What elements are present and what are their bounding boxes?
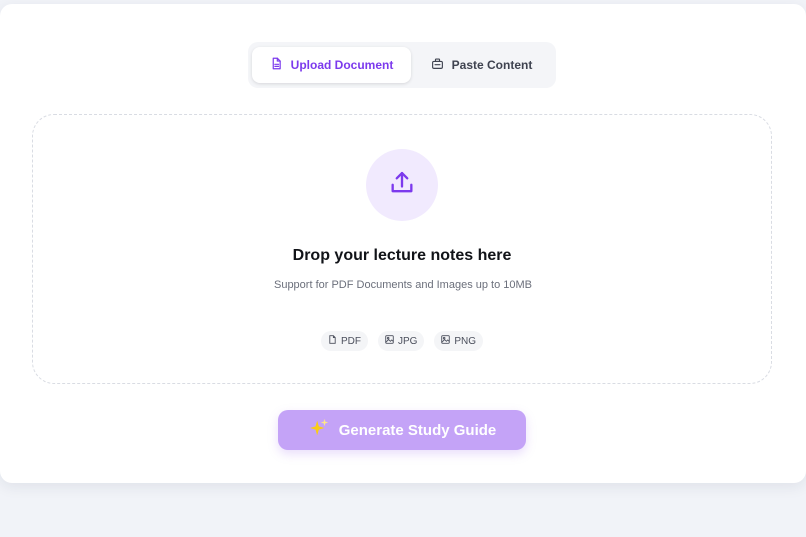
supported-formats: PDF JPG PNG [33,331,771,351]
image-icon [385,335,394,347]
sparkles-icon [308,417,330,443]
format-badge-pdf: PDF [320,331,368,351]
dropzone-title: Drop your lecture notes here [292,247,512,264]
format-label: PDF [340,335,361,347]
file-icon [328,335,337,347]
tab-paste-content[interactable]: Paste Content [411,47,552,83]
tab-paste-content-label: Paste Content [451,58,533,72]
format-label: PNG [454,335,477,347]
format-label: JPG [397,335,418,347]
upload-icon [388,169,416,202]
image-icon [441,335,451,347]
upload-card: Upload Document Paste Content Drop your … [0,4,806,483]
tab-upload-document[interactable]: Upload Document [252,47,411,83]
input-mode-tabs: Upload Document Paste Content [248,42,556,88]
generate-button-label: Generate Study Guide [338,421,497,439]
generate-study-guide-button[interactable]: Generate Study Guide [278,410,526,450]
dropzone-subtitle: Support for PDF Documents and Images up … [273,279,533,291]
upload-icon-circle [366,149,438,221]
format-badge-png: PNG [434,331,484,351]
document-icon [270,57,283,73]
format-badge-jpg: JPG [377,331,425,351]
file-dropzone[interactable]: Drop your lecture notes here Support for… [32,114,772,384]
clipboard-icon [431,57,444,73]
tab-upload-document-label: Upload Document [290,58,394,72]
